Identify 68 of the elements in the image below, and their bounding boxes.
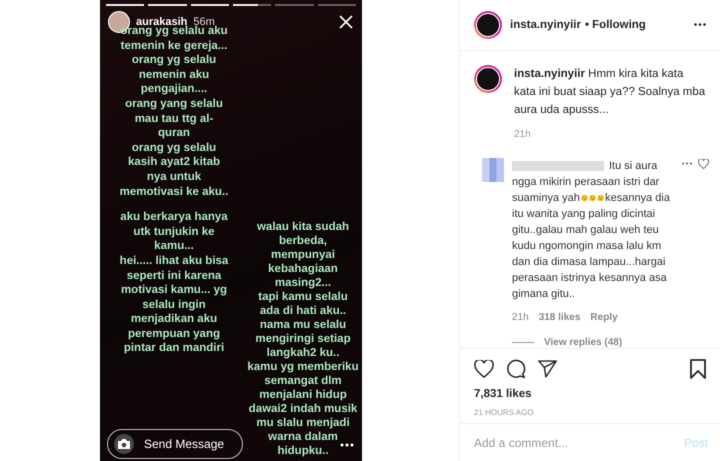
story-text-line: pengajian.... — [140, 82, 208, 97]
story-text-line: kebahagiaan — [268, 262, 338, 276]
story-text-line: mu slalu menjadi — [256, 416, 350, 430]
story-text-line: kamu yg memberiku — [247, 360, 359, 374]
story-text-line: mempunyai — [271, 248, 335, 262]
story-text-line: seperti ini karena — [126, 268, 222, 284]
send-message-field[interactable]: Send Message — [107, 429, 243, 459]
story-text-line: semangat dlm — [264, 374, 342, 388]
story-text-line: dawai2 indah musik — [248, 402, 358, 416]
story-text-line: nya untuk — [146, 170, 202, 185]
story-text-line: mengiringi setiap — [255, 332, 351, 346]
heart-icon[interactable] — [474, 360, 494, 378]
comment-text: kesannya dia — [605, 190, 670, 206]
story-text-line: motivasi kamu... yg — [120, 283, 228, 298]
story-text-line: orang yg selalu aku — [120, 25, 228, 39]
story-text-line: memotivasi ke aku.. — [120, 184, 228, 200]
comment-time: 21h — [512, 312, 529, 323]
camera-button[interactable] — [114, 434, 134, 454]
story-text-line: tapi kamu selalu — [258, 290, 348, 304]
following-label[interactable]: • Following — [584, 18, 646, 31]
comment-text: suaminya yah — [512, 190, 580, 206]
story-text-line: berbeda, — [279, 234, 327, 248]
story-text-line: menjadikan aku — [130, 312, 218, 327]
story-text-line: langkah2 ku.. — [266, 346, 340, 360]
post-username[interactable]: insta.nyinyiir — [510, 18, 581, 31]
story-text-line: pintar dan mandiri — [124, 341, 224, 356]
comment-text: itu wanita yang paling dicintai gitu..galau mah galau weh teu kudu ngomongin masa lalu km dan dia dimasa lampau...hargai perasaan istrinya kesannya asa gimana gitu.. — [512, 206, 668, 302]
story-text-line: orang yg selalu — [132, 53, 216, 68]
comment-icon[interactable] — [506, 359, 526, 380]
story-text-line: masing2... — [274, 276, 332, 290]
story-text-line: selalu ingin — [142, 298, 206, 312]
profile-avatar[interactable] — [474, 10, 502, 39]
view-replies-link[interactable]: View replies (48) — [544, 336, 622, 348]
profile-avatar[interactable] — [474, 64, 502, 93]
reply-link[interactable]: Reply — [590, 312, 618, 323]
caption-time: 21h — [514, 128, 532, 140]
more-icon[interactable] — [340, 443, 354, 447]
caption-text: insta.nyinyiir Hmm kira kita kata kata ini buat siaap ya?? Soalnya mba aura uda apusss... — [514, 66, 706, 118]
comment-text: Itu si aura — [609, 158, 658, 174]
story-text-line: warna dalam — [268, 430, 338, 444]
more-icon[interactable] — [694, 23, 706, 26]
story-text-line: perempuan yang — [128, 326, 220, 342]
send-icon[interactable] — [538, 360, 557, 378]
story-text-line: hei..... lihat aku bisa — [120, 254, 228, 268]
story-text-line: nama mu selalu — [260, 318, 346, 332]
story-text-line: kamu... — [154, 239, 194, 254]
story-text-line: temenin ke gereja... — [120, 38, 228, 54]
post-time: 21 HOURS AGO — [473, 407, 535, 420]
more-icon[interactable] — [682, 162, 692, 166]
story-text-line: utk tunjukin ke — [133, 224, 215, 240]
story-text-line: ada di hati aku.. — [260, 304, 346, 318]
story-text-line: menjalani hidup — [259, 388, 347, 402]
story-text-line: kasih ayat2 kitab — [128, 155, 220, 170]
story-text-line: walau kita sudah — [256, 220, 350, 234]
comment-text: ngga mikirin perasaan istri dar — [512, 174, 660, 190]
story-text-line: nemenin aku — [138, 68, 210, 82]
story-text-line: aku berkarya hanya — [120, 210, 228, 225]
blurred-avatar — [482, 158, 504, 182]
story-text-line: hidupku.. — [277, 444, 329, 458]
story-text-line: orang yg selalu — [132, 140, 216, 156]
close-icon[interactable] — [338, 14, 354, 30]
story-text-line: orang yang selalu — [125, 96, 223, 112]
comment-likes[interactable]: 318 likes — [538, 312, 580, 323]
story-text-line: mau tau ttg al- — [134, 112, 214, 126]
bookmark-icon[interactable] — [690, 359, 706, 380]
camera-icon — [117, 438, 131, 450]
like-count[interactable]: 7,831 likes — [460, 382, 720, 400]
story-text-line: quran — [158, 126, 190, 141]
